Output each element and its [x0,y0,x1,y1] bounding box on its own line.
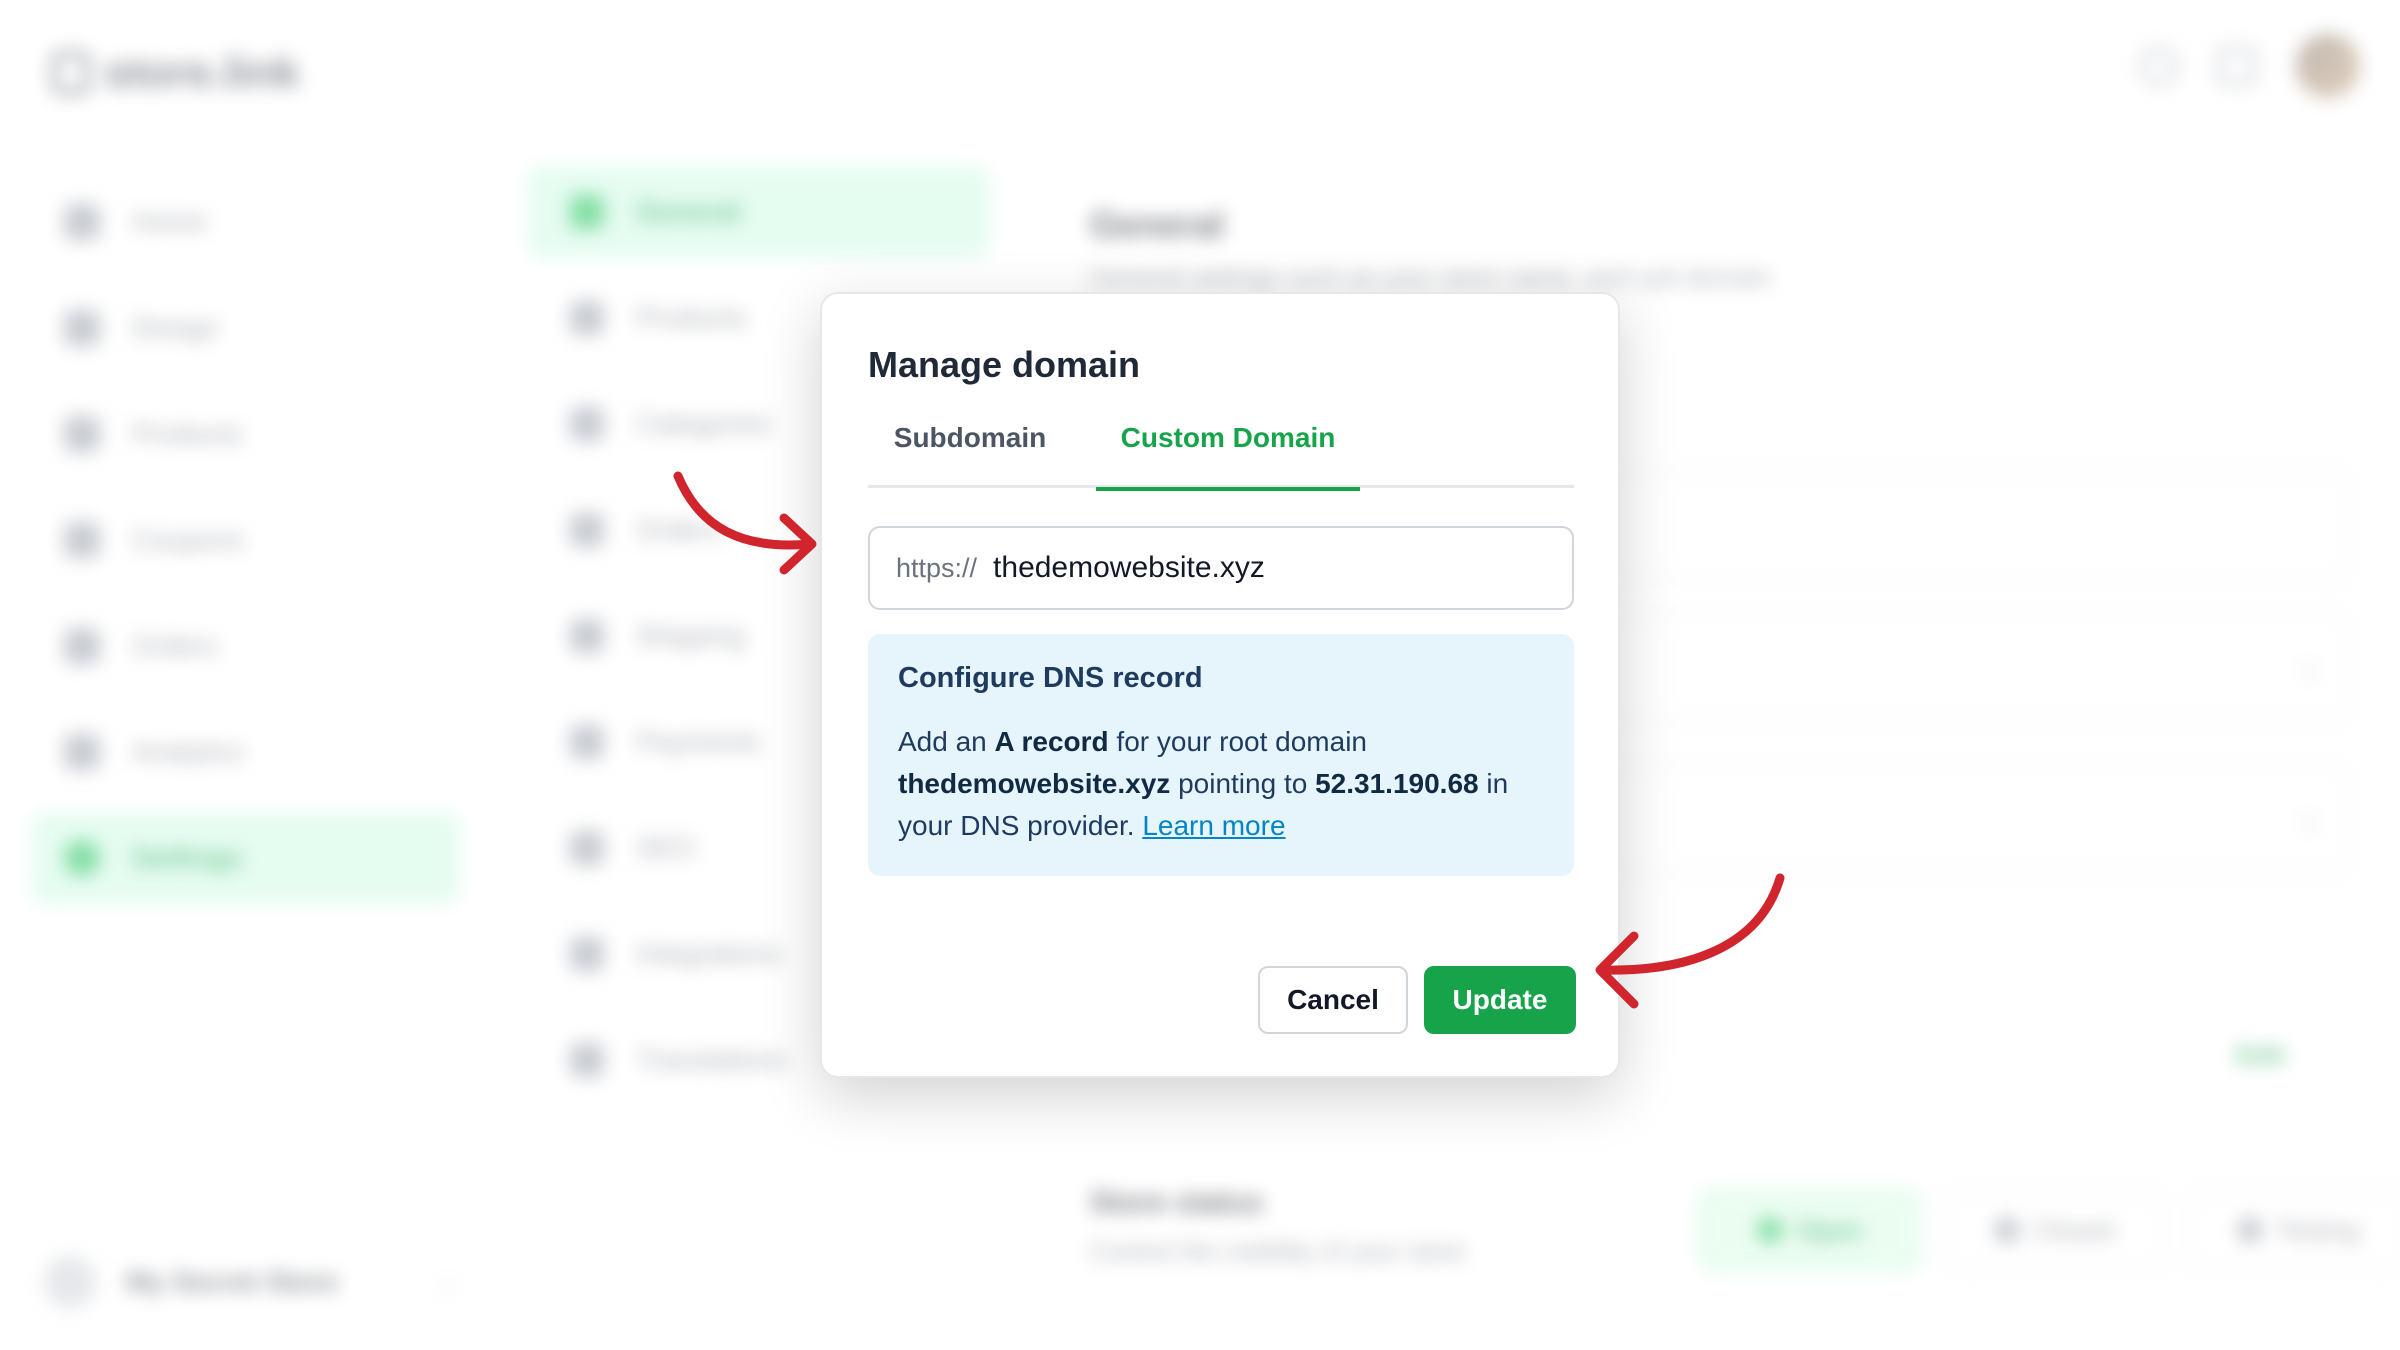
settings-nav-label: Categories [636,408,772,439]
url-prefix: https:// [896,552,978,583]
sidebar-item-label: Orders [132,630,218,661]
sidebar-item-settings[interactable]: Settings [32,812,460,904]
status-option-open[interactable]: Open [1700,1190,1920,1270]
status-option-closed[interactable]: Closed [1944,1190,2164,1270]
coupon-icon [64,522,100,558]
settings-nav-label: SEO [636,832,696,863]
status-option-label: Testing [2276,1214,2360,1245]
sidebar-item-analytics[interactable]: Analytics [32,706,460,798]
store-name: My Secret Store [126,1266,338,1297]
sidebar-item-design[interactable]: Design [32,282,460,374]
user-avatar[interactable] [2296,34,2360,98]
store-switcher[interactable]: My Secret Store ⌄ [44,1256,456,1308]
update-button[interactable]: Update [1424,966,1576,1034]
help-icon[interactable] [2140,47,2178,85]
dns-ip-address: 52.31.190.68 [1315,768,1479,799]
store-avatar [44,1256,96,1308]
settings-nav-general[interactable]: General [528,166,990,258]
status-option-label: Open [1796,1214,1864,1245]
learn-more-link[interactable]: Learn more [1142,810,1285,841]
sidebar-item-label: Home [132,206,207,237]
store-status-title: Store status [1090,1186,1264,1219]
manage-domain-modal: Manage domain Subdomain Custom Domain ht… [820,292,1620,1078]
domain-field[interactable]: https:// [868,526,1574,610]
seo-icon [570,831,604,865]
annotation-arrow-input [673,471,817,575]
sidebar-item-coupons[interactable]: Coupons [32,494,460,586]
settings-nav-label: Products [636,302,747,333]
settings-nav-label: Integrations [636,938,783,969]
status-icon [2236,1217,2263,1243]
domain-input[interactable] [993,551,1514,585]
dns-record-type: A record [994,726,1109,757]
dns-text: Add an [898,726,995,757]
sidebar: Home Design Products Coupons Orders Anal… [32,176,460,918]
annotation-arrow-update [1595,873,1785,1009]
sidebar-item-home[interactable]: Home [32,176,460,268]
categories-icon [570,407,604,441]
store-status-subtitle: Control the visibility of your store [1090,1236,1466,1266]
status-option-testing[interactable]: Testing [2188,1190,2400,1270]
bag-icon [52,52,90,94]
logo-text: store.link [104,48,300,97]
sidebar-item-label: Settings [132,842,243,873]
status-option-label: Closed [2033,1214,2115,1245]
products-icon [570,301,604,335]
settings-nav-label: General [636,196,741,227]
sidebar-item-products[interactable]: Products [32,388,460,480]
settings-nav-label: Translations [636,1044,788,1075]
dns-text: for your root domain [1108,726,1367,757]
general-icon [570,195,604,229]
top-icons [2140,34,2360,98]
settings-nav-label: Payments [636,726,761,757]
truck-icon [570,619,604,653]
design-icon [64,310,100,346]
sidebar-item-label: Coupons [132,524,245,555]
dns-title: Configure DNS record [898,662,1203,694]
domain-tabs: Subdomain Custom Domain [868,416,1574,491]
cart-icon [64,628,100,664]
settings-nav-label: Shipping [636,620,745,651]
sidebar-item-orders[interactable]: Orders [32,600,460,692]
orders-icon [570,513,604,547]
tab-subdomain[interactable]: Subdomain [868,416,1072,488]
sidebar-item-label: Design [132,312,220,343]
chevron-down-icon: ⌄ [2299,806,2318,831]
plug-icon [570,937,604,971]
status-icon [1756,1217,1783,1243]
chevron-down-icon: ⌄ [2299,654,2318,679]
dns-domain: thedemowebsite.xyz [898,768,1171,799]
sidebar-item-label: Analytics [132,736,245,767]
status-icon [1993,1217,2020,1243]
app-logo[interactable]: store.link [52,48,300,98]
cancel-button[interactable]: Cancel [1258,966,1408,1034]
page-title: General [1090,204,1225,245]
translate-icon [570,1043,604,1077]
dns-text: pointing to [1170,768,1316,799]
edit-link[interactable]: Edit [2236,1040,2285,1071]
dns-info-box: Configure DNS record Add an A record for… [868,634,1574,876]
modal-title: Manage domain [868,344,1141,385]
analytics-icon [64,734,100,770]
dns-instructions: Add an A record for your root domain the… [898,721,1544,847]
store-status-options: Open Closed Testing [1700,1190,2400,1270]
settings-icon [64,840,100,876]
payment-icon [570,725,604,759]
sidebar-item-label: Products [132,418,243,449]
chevron-down-icon: ⌄ [437,1269,457,1294]
home-icon [64,204,100,240]
products-icon [64,416,100,452]
notifications-icon[interactable] [2218,47,2256,85]
page-subtitle: General settings such as your store name… [1090,262,1771,292]
tab-custom-domain[interactable]: Custom Domain [1096,416,1360,491]
